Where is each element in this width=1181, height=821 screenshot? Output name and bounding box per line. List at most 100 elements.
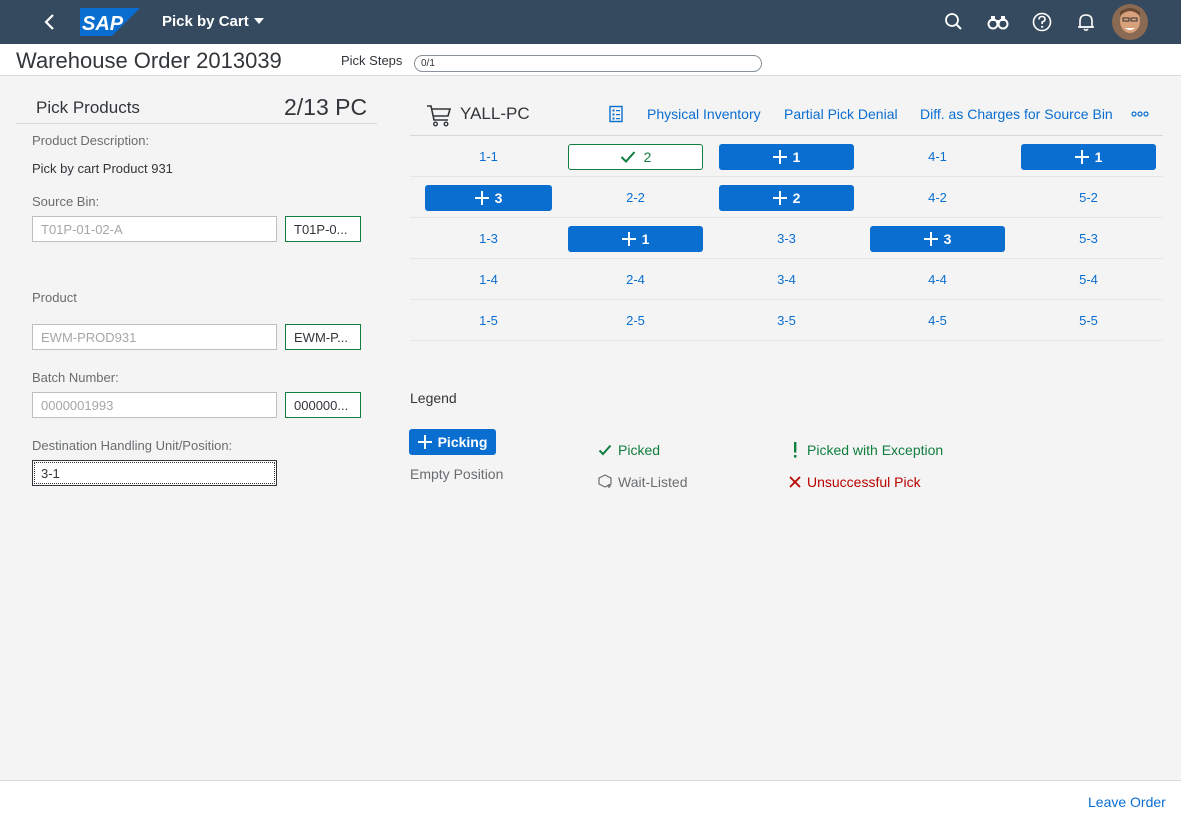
position-label[interactable]: 5-2 bbox=[1079, 190, 1098, 205]
destination-input[interactable]: 3-1 bbox=[32, 460, 277, 486]
picked-quantity-label: 2 bbox=[643, 148, 652, 165]
search-icon[interactable] bbox=[943, 11, 965, 33]
binoculars-icon[interactable] bbox=[987, 11, 1009, 33]
grid-cell: 2-5 bbox=[568, 300, 703, 341]
overflow-icon[interactable] bbox=[1130, 106, 1150, 122]
position-label[interactable]: 4-2 bbox=[928, 190, 947, 205]
legend-title: Legend bbox=[410, 390, 457, 406]
avatar[interactable] bbox=[1112, 4, 1148, 40]
grid-cell: 2-4 bbox=[568, 259, 703, 300]
cart-name: YALL-PC bbox=[460, 104, 530, 123]
shell-bar: SAP Pick by Cart bbox=[0, 0, 1181, 44]
legend-empty-position: Empty Position bbox=[410, 466, 503, 482]
grid-cell: 4-4 bbox=[870, 259, 1005, 300]
batch-number-input[interactable]: 0000001993 bbox=[32, 392, 277, 418]
source-bin-value[interactable]: T01P-0... bbox=[285, 216, 361, 242]
grid-row: 1-1 2 1 4-1 1 bbox=[410, 136, 1163, 177]
divider bbox=[16, 123, 377, 124]
position-label[interactable]: 3-5 bbox=[777, 313, 796, 328]
position-label[interactable]: 3-3 bbox=[777, 231, 796, 246]
page-title: Warehouse Order 2013039 bbox=[16, 48, 282, 73]
position-label[interactable]: 4-5 bbox=[928, 313, 947, 328]
pick-quantity: 2/13 PC bbox=[284, 94, 368, 120]
bell-icon[interactable] bbox=[1075, 11, 1097, 33]
product-input[interactable]: EWM-PROD931 bbox=[32, 324, 277, 350]
grid-cell: 5-2 bbox=[1021, 177, 1156, 218]
position-label[interactable]: 5-5 bbox=[1079, 313, 1098, 328]
position-label[interactable]: 2-5 bbox=[626, 313, 645, 328]
plus-icon bbox=[772, 149, 787, 164]
grid-cell: 3-4 bbox=[719, 259, 854, 300]
diff-charges-button[interactable]: Diff. as Charges for Source Bin bbox=[920, 106, 1113, 122]
grid-cell: 1-1 bbox=[425, 136, 552, 177]
logo-text: SAP bbox=[82, 13, 124, 35]
position-label[interactable]: 1-5 bbox=[479, 313, 498, 328]
plus-icon bbox=[923, 231, 938, 246]
list-icon[interactable] bbox=[607, 105, 625, 123]
pick-quantity-label: 3 bbox=[494, 189, 503, 206]
picking-position-button[interactable]: 2 bbox=[719, 184, 854, 211]
picked-position-button[interactable]: 2 bbox=[568, 143, 703, 170]
position-label[interactable]: 5-4 bbox=[1079, 272, 1098, 287]
legend-unsuccessful-pick-label: Unsuccessful Pick bbox=[807, 474, 921, 490]
picking-position-button[interactable]: 1 bbox=[1021, 143, 1156, 170]
grid-cell: 1 bbox=[1021, 136, 1156, 177]
position-label[interactable]: 1-3 bbox=[479, 231, 498, 246]
picking-position-button[interactable]: 1 bbox=[568, 225, 703, 252]
product-value[interactable]: EWM-P... bbox=[285, 324, 361, 350]
position-label[interactable]: 5-3 bbox=[1079, 231, 1098, 246]
grid-row: 3 2-2 2 4-2 5-2 bbox=[410, 177, 1163, 218]
check-icon bbox=[620, 150, 635, 163]
picking-position-button[interactable]: 3 bbox=[870, 225, 1005, 252]
legend-picked-with-exception-label: Picked with Exception bbox=[807, 442, 944, 458]
leave-order-button[interactable]: Leave Order bbox=[1088, 794, 1166, 810]
plus-icon bbox=[772, 190, 787, 205]
picking-position-button[interactable]: 3 bbox=[425, 184, 552, 211]
grid-cell: 1-5 bbox=[425, 300, 552, 341]
position-label[interactable]: 1-4 bbox=[479, 272, 498, 287]
grid-cell: 5-4 bbox=[1021, 259, 1156, 300]
batch-number-label: Batch Number: bbox=[32, 370, 119, 385]
pick-quantity-label: 1 bbox=[641, 230, 650, 247]
source-bin-input[interactable]: T01P-01-02-A bbox=[32, 216, 277, 242]
footer-bar: Leave Order bbox=[0, 780, 1181, 821]
partial-pick-denial-button[interactable]: Partial Pick Denial bbox=[784, 106, 898, 122]
position-label[interactable]: 1-1 bbox=[479, 149, 498, 164]
legend-unsuccessful-pick: Unsuccessful Pick bbox=[789, 474, 921, 490]
pick-steps-value: 0/1 bbox=[421, 58, 435, 69]
legend-empty-position-label: Empty Position bbox=[410, 466, 504, 482]
grid-cell: 2 bbox=[719, 177, 854, 218]
grid-cell: 1 bbox=[568, 218, 703, 259]
pick-steps-label: Pick Steps bbox=[341, 53, 403, 68]
position-label[interactable]: 4-1 bbox=[928, 149, 947, 164]
position-label[interactable]: 2-2 bbox=[626, 190, 645, 205]
cross-icon bbox=[789, 476, 801, 488]
app-title-menu[interactable]: Pick by Cart bbox=[162, 13, 264, 30]
position-label[interactable]: 3-4 bbox=[777, 272, 796, 287]
physical-inventory-button[interactable]: Physical Inventory bbox=[647, 106, 761, 122]
plus-icon bbox=[417, 435, 432, 449]
legend-picked-label: Picked bbox=[618, 442, 661, 458]
position-label[interactable]: 4-4 bbox=[928, 272, 947, 287]
back-icon[interactable] bbox=[38, 10, 62, 34]
grid-cell: 2-2 bbox=[568, 177, 703, 218]
position-label[interactable]: 2-4 bbox=[626, 272, 645, 287]
grid-cell: 3-3 bbox=[719, 218, 854, 259]
product-description-label: Product Description: bbox=[32, 133, 150, 148]
pick-quantity-label: 1 bbox=[792, 148, 801, 165]
grid-cell: 4-2 bbox=[870, 177, 1005, 218]
pick-quantity-label: 1 bbox=[1094, 148, 1103, 165]
source-bin-label: Source Bin: bbox=[32, 194, 100, 209]
grid-cell: 4-5 bbox=[870, 300, 1005, 341]
destination-label: Destination Handling Unit/Position: bbox=[32, 438, 233, 453]
grid-cell: 4-1 bbox=[870, 136, 1005, 177]
help-icon[interactable] bbox=[1031, 11, 1053, 33]
product-description: Pick by cart Product 931 bbox=[32, 161, 173, 176]
grid-row: 1-4 2-4 3-4 4-4 5-4 bbox=[410, 259, 1163, 300]
picking-position-button[interactable]: 1 bbox=[719, 143, 854, 170]
grid-row: 1-5 2-5 3-5 4-5 5-5 bbox=[410, 300, 1163, 341]
plus-icon bbox=[474, 190, 489, 205]
batch-number-value[interactable]: 000000... bbox=[285, 392, 361, 418]
object-header: Warehouse Order 2013039 Pick Steps 0/1 bbox=[0, 44, 1181, 76]
legend-wait-listed-label: Wait-Listed bbox=[618, 474, 688, 490]
